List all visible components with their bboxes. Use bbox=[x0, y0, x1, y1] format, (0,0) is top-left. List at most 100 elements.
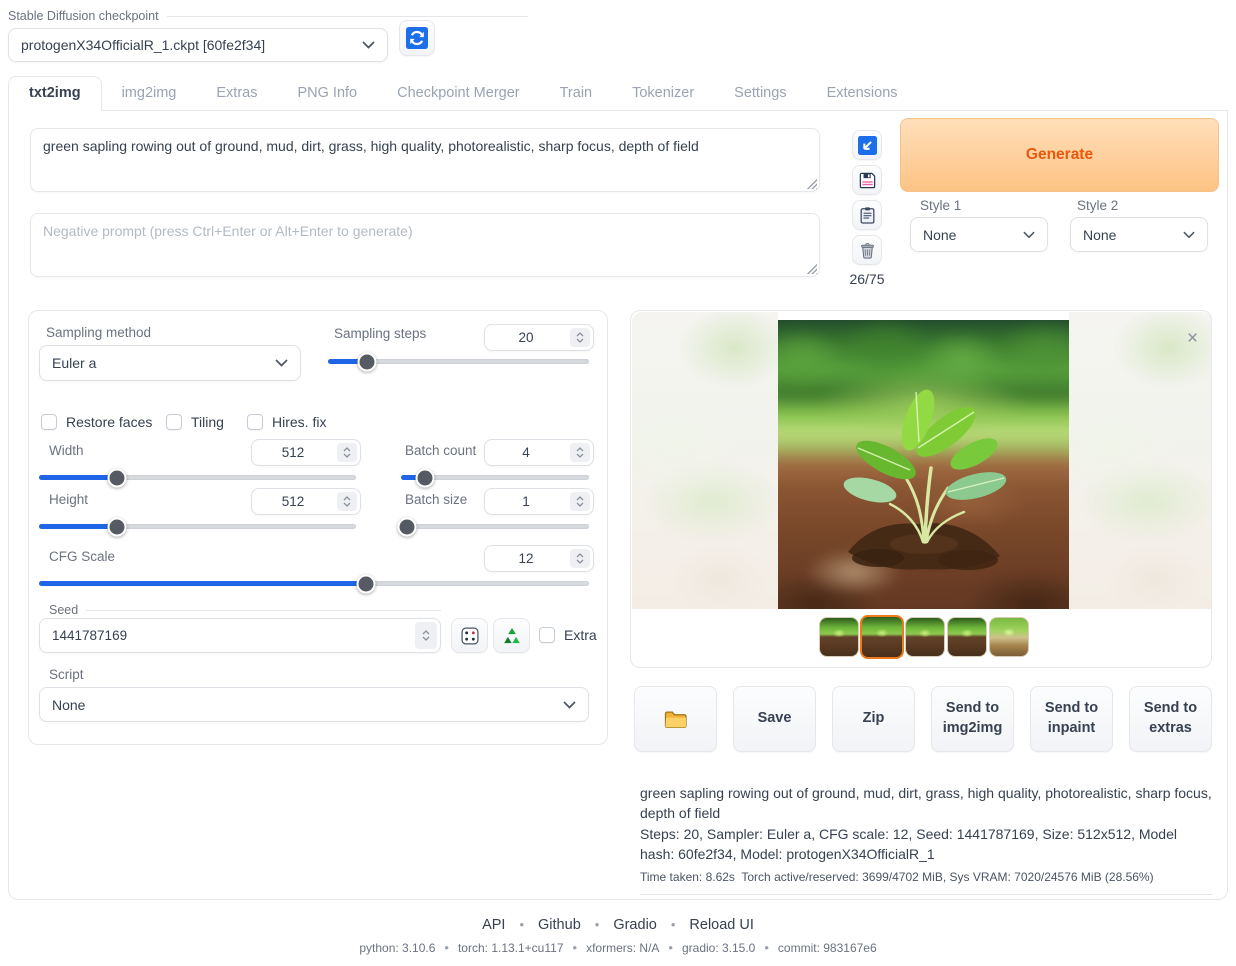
thumbnail-2-selected[interactable] bbox=[860, 615, 904, 659]
chevron-down-icon bbox=[275, 359, 288, 367]
random-seed-button[interactable] bbox=[451, 618, 488, 653]
style1-label: Style 1 bbox=[920, 198, 961, 213]
spinner-icon[interactable] bbox=[337, 492, 357, 511]
hires-fix-label: Hires. fix bbox=[272, 414, 326, 430]
refresh-checkpoint-button[interactable] bbox=[399, 20, 435, 56]
height-slider[interactable] bbox=[39, 524, 356, 529]
close-gallery-button[interactable]: × bbox=[1187, 329, 1198, 348]
spinner-icon[interactable] bbox=[415, 622, 437, 649]
clear-prompt-button[interactable] bbox=[852, 235, 882, 265]
cfg-scale-input[interactable]: 12 bbox=[484, 545, 594, 572]
style2-dropdown[interactable]: None bbox=[1070, 217, 1208, 252]
width-input[interactable]: 512 bbox=[251, 439, 361, 466]
footer-link-api[interactable]: API bbox=[482, 917, 505, 933]
batch-count-label: Batch count bbox=[405, 443, 476, 458]
tab-checkpoint-merger[interactable]: Checkpoint Merger bbox=[377, 77, 540, 110]
batch-count-slider[interactable] bbox=[401, 475, 589, 480]
dice-icon bbox=[460, 626, 480, 646]
send-to-img2img-button[interactable]: Send to img2img bbox=[931, 686, 1014, 752]
info-params: Steps: 20, Sampler: Euler a, CFG scale: … bbox=[640, 824, 1212, 865]
slider-knob[interactable] bbox=[358, 352, 377, 371]
thumbnail-3[interactable] bbox=[905, 617, 945, 657]
paste-generation-params-button[interactable] bbox=[852, 130, 882, 160]
width-label: Width bbox=[49, 443, 84, 458]
sampling-steps-input[interactable]: 20 bbox=[484, 324, 594, 351]
info-performance: Time taken: 8.62s Torch active/reserved:… bbox=[640, 864, 1212, 894]
sampling-steps-slider[interactable] bbox=[328, 359, 589, 364]
thumbnail-4[interactable] bbox=[947, 617, 987, 657]
slider-knob[interactable] bbox=[416, 468, 435, 487]
legend-line bbox=[86, 610, 441, 611]
tab-txt2img[interactable]: txt2img bbox=[8, 76, 102, 111]
gallery-actions: Save Zip Send to img2img Send to inpaint… bbox=[634, 686, 1212, 752]
tab-tokenizer[interactable]: Tokenizer bbox=[612, 77, 714, 110]
seed-label-row: Seed bbox=[39, 603, 441, 617]
send-to-inpaint-button[interactable]: Send to inpaint bbox=[1030, 686, 1113, 752]
chevron-down-icon bbox=[1023, 231, 1035, 239]
reuse-seed-button[interactable] bbox=[493, 618, 530, 653]
footer: API•Github•Gradio•Reload UI python: 3.10… bbox=[0, 916, 1236, 955]
width-slider[interactable] bbox=[39, 475, 356, 480]
height-input[interactable]: 512 bbox=[251, 488, 361, 515]
send-to-extras-button[interactable]: Send to extras bbox=[1129, 686, 1212, 752]
slider-knob[interactable] bbox=[107, 468, 126, 487]
negative-prompt-input[interactable] bbox=[30, 213, 820, 277]
batch-size-slider[interactable] bbox=[401, 524, 589, 529]
version-torch: torch: 1.13.1+cu117 bbox=[458, 941, 564, 955]
checkpoint-dropdown[interactable]: protogenX34OfficialR_1.ckpt [60fe2f34] bbox=[8, 28, 388, 62]
footer-link-github[interactable]: Github bbox=[538, 917, 581, 933]
slider-knob[interactable] bbox=[357, 574, 376, 593]
restore-faces-label: Restore faces bbox=[66, 414, 152, 430]
extra-seed-checkbox[interactable]: Extra bbox=[539, 627, 597, 643]
spinner-icon[interactable] bbox=[570, 492, 590, 511]
thumbnail-1[interactable] bbox=[819, 617, 859, 657]
save-style-button[interactable] bbox=[852, 165, 882, 195]
seed-input[interactable]: 1441787169 bbox=[39, 618, 441, 653]
thumbnail-5[interactable] bbox=[989, 617, 1029, 657]
spinner-icon[interactable] bbox=[570, 549, 590, 568]
seed-label: Seed bbox=[49, 603, 78, 617]
slider-knob[interactable] bbox=[397, 517, 416, 536]
footer-link-reload-ui[interactable]: Reload UI bbox=[689, 917, 753, 933]
batch-count-input[interactable]: 4 bbox=[484, 439, 594, 466]
checkpoint-label: Stable Diffusion checkpoint bbox=[8, 9, 159, 23]
tab-extensions[interactable]: Extensions bbox=[807, 77, 918, 110]
script-label: Script bbox=[49, 667, 84, 682]
restore-faces-checkbox[interactable]: Restore faces bbox=[41, 414, 152, 430]
apply-style-button[interactable] bbox=[852, 200, 882, 230]
prompt-input[interactable]: green sapling rowing out of ground, mud,… bbox=[30, 128, 820, 192]
info-prompt: green sapling rowing out of ground, mud,… bbox=[640, 783, 1212, 824]
open-folder-button[interactable] bbox=[634, 686, 717, 752]
tiling-checkbox[interactable]: Tiling bbox=[166, 414, 224, 430]
version-python: python: 3.10.6 bbox=[359, 941, 435, 955]
batch-size-input[interactable]: 1 bbox=[484, 488, 594, 515]
save-button[interactable]: Save bbox=[733, 686, 816, 752]
batch-size-value: 1 bbox=[485, 494, 567, 509]
slider-knob[interactable] bbox=[107, 517, 126, 536]
token-counter: 26/75 bbox=[845, 271, 889, 287]
spinner-icon[interactable] bbox=[570, 443, 590, 462]
sampling-method-dropdown[interactable]: Euler a bbox=[39, 345, 301, 381]
script-dropdown[interactable]: None bbox=[39, 687, 589, 722]
sampling-steps-label: Sampling steps bbox=[334, 326, 426, 341]
checkpoint-label-row: Stable Diffusion checkpoint bbox=[8, 9, 528, 23]
tab-extras[interactable]: Extras bbox=[196, 77, 277, 110]
sapling-illustration bbox=[778, 320, 1069, 609]
hires-fix-checkbox[interactable]: Hires. fix bbox=[247, 414, 326, 430]
zip-button[interactable]: Zip bbox=[832, 686, 915, 752]
tab-png-info[interactable]: PNG Info bbox=[277, 77, 377, 110]
seed-value: 1441787169 bbox=[40, 628, 412, 643]
checkbox-icon bbox=[247, 414, 263, 430]
generate-button[interactable]: Generate bbox=[900, 118, 1219, 192]
cfg-scale-slider[interactable] bbox=[39, 581, 589, 586]
spinner-icon[interactable] bbox=[337, 443, 357, 462]
spinner-icon[interactable] bbox=[570, 328, 590, 347]
version-gradio: gradio: 3.15.0 bbox=[682, 941, 755, 955]
tab-settings[interactable]: Settings bbox=[714, 77, 806, 110]
tab-train[interactable]: Train bbox=[540, 77, 613, 110]
footer-link-gradio[interactable]: Gradio bbox=[613, 917, 657, 933]
style2-label: Style 2 bbox=[1077, 198, 1118, 213]
generated-image[interactable] bbox=[778, 320, 1069, 609]
style1-dropdown[interactable]: None bbox=[910, 217, 1048, 252]
tab-img2img[interactable]: img2img bbox=[102, 77, 197, 110]
